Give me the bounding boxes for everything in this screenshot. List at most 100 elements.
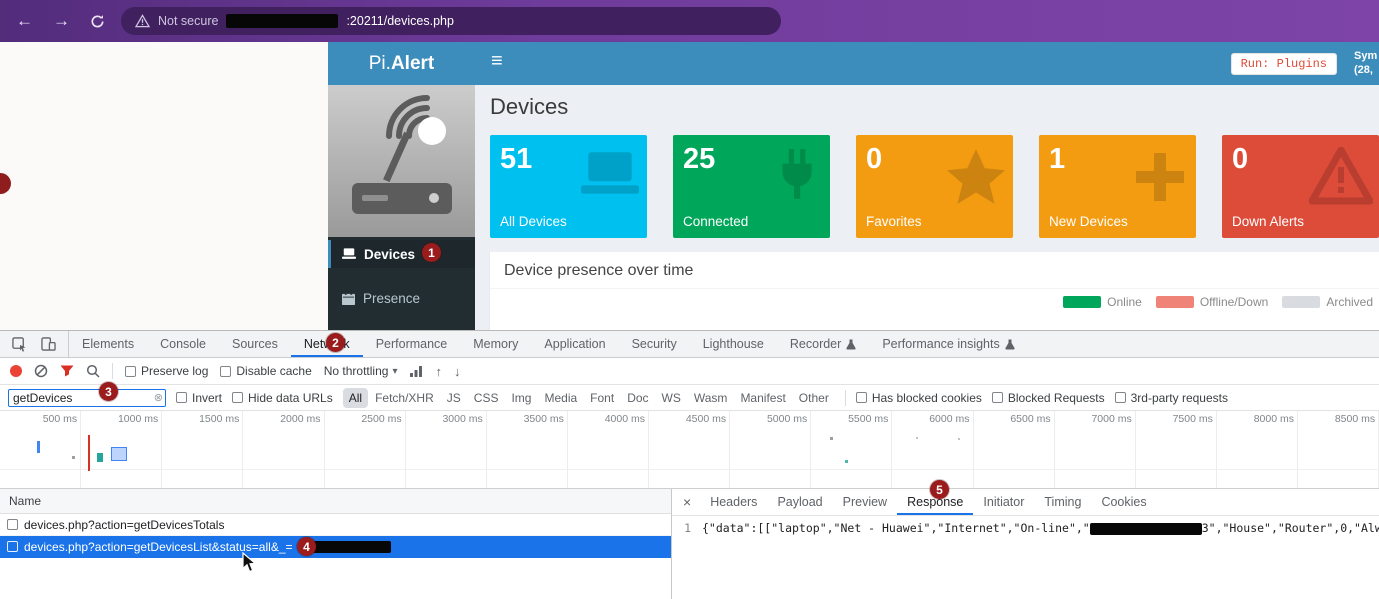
filter-funnel-icon[interactable] xyxy=(60,365,74,377)
disable-cache-checkbox[interactable]: Disable cache xyxy=(220,364,311,378)
card-label: Favorites xyxy=(866,214,922,229)
filter-type-css[interactable]: CSS xyxy=(468,388,505,408)
details-tab-initiator[interactable]: Initiator xyxy=(973,489,1034,515)
topbar-right-line1: Sym xyxy=(1354,49,1379,63)
page-background xyxy=(0,42,328,330)
annotation-badge-4: 4 xyxy=(297,537,316,556)
url-path: :20211/devices.php xyxy=(346,14,454,28)
throttling-dropdown[interactable]: No throttling ▾ xyxy=(324,364,398,378)
filter-type-font[interactable]: Font xyxy=(584,388,620,408)
laptop-icon xyxy=(342,248,356,260)
filter-type-ws[interactable]: WS xyxy=(656,388,687,408)
legend-archived-label: Archived xyxy=(1326,295,1373,309)
tab-sources[interactable]: Sources xyxy=(219,331,291,357)
export-har-icon[interactable]: ↓ xyxy=(454,364,461,379)
checkbox-icon xyxy=(176,392,187,403)
blocked-cookies-checkbox[interactable]: Has blocked cookies xyxy=(856,391,982,405)
address-bar[interactable]: Not secure :20211/devices.php xyxy=(121,7,781,35)
preserve-log-checkbox[interactable]: Preserve log xyxy=(125,364,208,378)
tab-console[interactable]: Console xyxy=(147,331,219,357)
sidebar-item-presence[interactable]: Presence xyxy=(328,284,475,312)
filter-type-doc[interactable]: Doc xyxy=(621,388,654,408)
details-tab-payload[interactable]: Payload xyxy=(767,489,832,515)
request-row[interactable]: devices.php?action=getDevicesTotals xyxy=(0,514,671,536)
refresh-icon[interactable] xyxy=(90,14,105,29)
checkbox-icon[interactable] xyxy=(7,541,18,552)
card-connected[interactable]: 25 Connected xyxy=(673,135,830,238)
filter-type-js[interactable]: JS xyxy=(441,388,467,408)
details-tab-timing[interactable]: Timing xyxy=(1034,489,1091,515)
timeline-tick: 3000 ms xyxy=(406,411,487,488)
request-row-selected[interactable]: devices.php?action=getDevicesList&status… xyxy=(0,536,671,558)
tab-performance[interactable]: Performance xyxy=(363,331,461,357)
network-toolbar: Preserve log Disable cache No throttling… xyxy=(0,358,1379,385)
tab-elements[interactable]: Elements xyxy=(69,331,147,357)
forward-icon[interactable]: → xyxy=(53,11,70,31)
search-icon[interactable] xyxy=(86,364,100,378)
network-overview-timeline[interactable]: 500 ms 1000 ms 1500 ms 2000 ms 2500 ms 3… xyxy=(0,411,1379,489)
pialert-app: Pi.Alert Devices Presence xyxy=(328,42,1379,330)
blocked-requests-checkbox[interactable]: Blocked Requests xyxy=(992,391,1105,405)
warning-triangle-icon xyxy=(1309,147,1373,210)
details-tab-headers[interactable]: Headers xyxy=(700,489,767,515)
tab-performance-insights[interactable]: Performance insights xyxy=(869,331,1027,357)
clear-filter-icon[interactable]: ⊗ xyxy=(154,391,163,404)
devtools-panel: Elements Console Sources Network Perform… xyxy=(0,330,1379,599)
tab-application[interactable]: Application xyxy=(531,331,618,357)
not-secure-label: Not secure xyxy=(158,14,218,28)
filter-type-other[interactable]: Other xyxy=(793,388,835,408)
hide-data-urls-checkbox[interactable]: Hide data URLs xyxy=(232,391,333,405)
import-har-icon[interactable]: ↑ xyxy=(435,364,442,379)
record-icon[interactable] xyxy=(10,365,22,377)
sidebar-menu: Devices Presence xyxy=(328,237,475,312)
timeline-tick: 5500 ms xyxy=(811,411,892,488)
annotation-badge-3: 3 xyxy=(99,382,118,401)
laptop-icon xyxy=(579,147,641,208)
hamburger-menu-icon[interactable]: ≡ xyxy=(491,50,503,73)
response-json-line: {"data":[["laptop","Net - Huawei","Inter… xyxy=(698,516,1379,599)
filter-type-wasm[interactable]: Wasm xyxy=(688,388,734,408)
sidebar-item-devices[interactable]: Devices xyxy=(328,240,475,268)
back-icon[interactable]: ← xyxy=(16,11,33,31)
legend-offline: Offline/Down xyxy=(1156,295,1268,309)
tab-recorder[interactable]: Recorder xyxy=(777,331,869,357)
blocked-cookies-label: Has blocked cookies xyxy=(872,391,982,405)
tab-lighthouse[interactable]: Lighthouse xyxy=(690,331,777,357)
details-tab-cookies[interactable]: Cookies xyxy=(1091,489,1156,515)
third-party-requests-checkbox[interactable]: 3rd-party requests xyxy=(1115,391,1228,405)
network-conditions-icon[interactable] xyxy=(409,365,423,377)
card-down-alerts[interactable]: 0 Down Alerts xyxy=(1222,135,1379,238)
filter-type-fetch-xhr[interactable]: Fetch/XHR xyxy=(369,388,440,408)
clear-icon[interactable] xyxy=(34,364,48,378)
timeline-tick: 5000 ms xyxy=(730,411,811,488)
close-icon[interactable]: × xyxy=(674,489,700,515)
filter-type-all[interactable]: All xyxy=(343,388,368,408)
brand-logo[interactable]: Pi.Alert xyxy=(328,42,475,85)
invert-checkbox[interactable]: Invert xyxy=(176,391,222,405)
response-text-before: {"data":[["laptop","Net - Huawei","Inter… xyxy=(702,521,1090,535)
filter-type-manifest[interactable]: Manifest xyxy=(734,388,791,408)
filter-divider xyxy=(845,390,846,406)
card-new-devices[interactable]: 1 New Devices xyxy=(1039,135,1196,238)
run-plugins-button[interactable]: Run: Plugins xyxy=(1231,53,1337,75)
inspect-element-icon[interactable] xyxy=(12,337,27,352)
requests-name-header[interactable]: Name xyxy=(0,489,671,514)
checkbox-icon xyxy=(220,366,231,377)
card-favorites[interactable]: 0 Favorites xyxy=(856,135,1013,238)
filter-input-wrap: ⊗ xyxy=(8,389,166,407)
filter-type-img[interactable]: Img xyxy=(505,388,537,408)
card-label: Down Alerts xyxy=(1232,214,1304,229)
filter-type-media[interactable]: Media xyxy=(538,388,583,408)
checkbox-icon[interactable] xyxy=(7,519,18,530)
page-title: Devices xyxy=(490,93,1379,121)
device-toolbar-icon[interactable] xyxy=(41,337,56,351)
presence-chart-box: Device presence over time Online Offline… xyxy=(490,252,1379,330)
card-all-devices[interactable]: 51 All Devices xyxy=(490,135,647,238)
checkbox-icon xyxy=(992,392,1003,403)
details-tab-preview[interactable]: Preview xyxy=(833,489,897,515)
response-body[interactable]: 1 {"data":[["laptop","Net - Huawei","Int… xyxy=(672,516,1379,599)
filter-input[interactable] xyxy=(8,389,166,407)
tab-memory[interactable]: Memory xyxy=(460,331,531,357)
tab-security[interactable]: Security xyxy=(619,331,690,357)
experiment-flask-icon xyxy=(846,339,856,350)
